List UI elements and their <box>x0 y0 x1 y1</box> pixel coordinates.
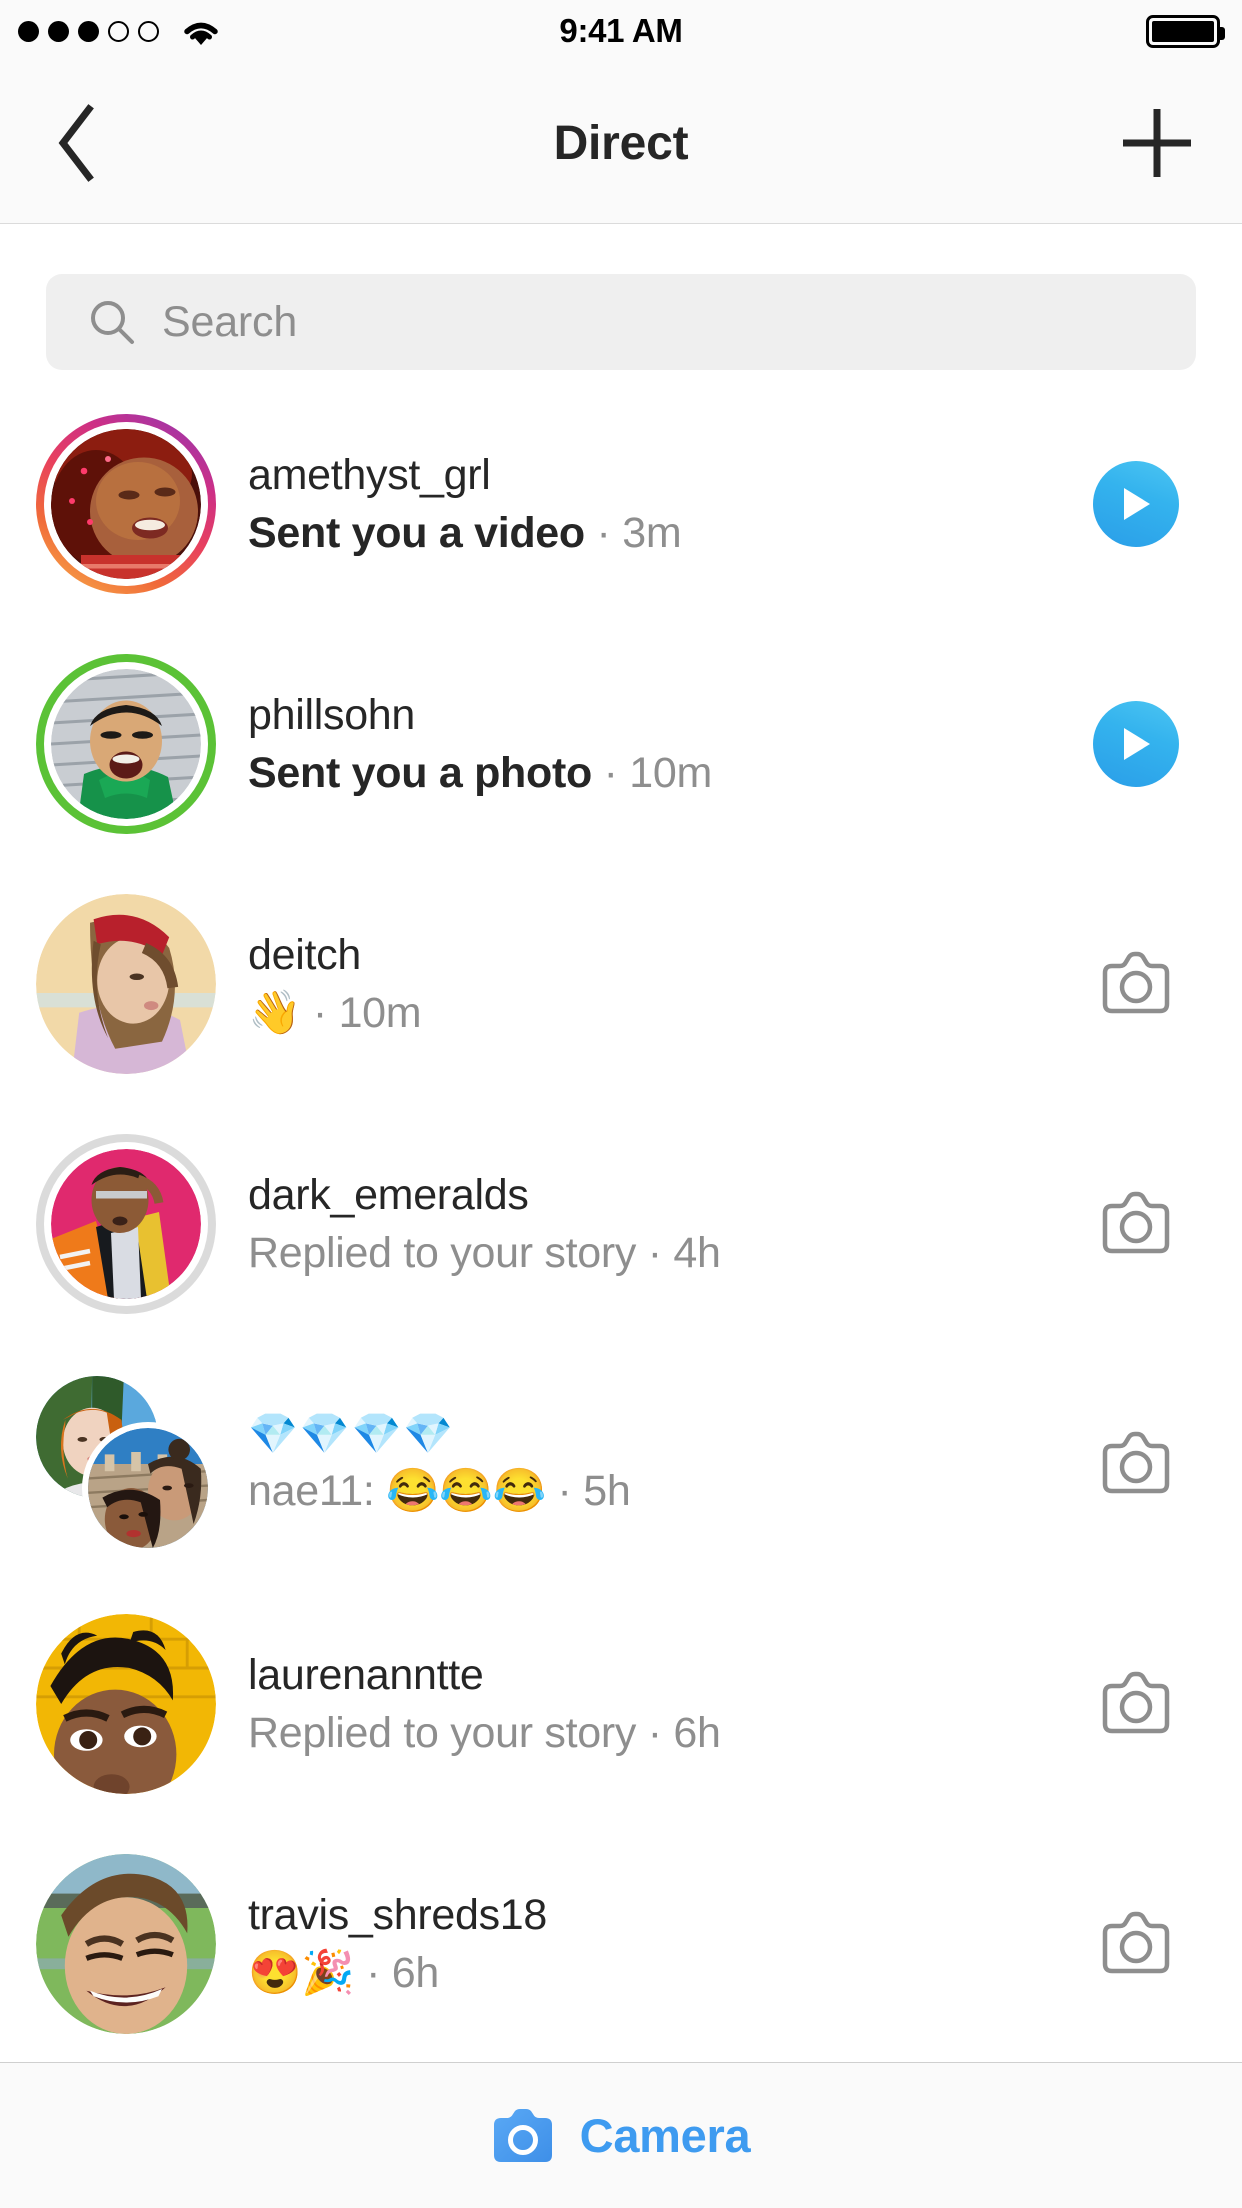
thread-text: laurenanntte Replied to your story · 6h <box>216 1649 1076 1760</box>
avatar[interactable] <box>36 1614 216 1794</box>
camera-icon[interactable] <box>1099 1671 1173 1737</box>
avatar[interactable] <box>36 1134 216 1314</box>
camera-icon[interactable] <box>1099 951 1173 1017</box>
avatar-image-front <box>82 1422 214 1554</box>
avatar[interactable] <box>36 414 216 594</box>
thread-action[interactable] <box>1076 1191 1196 1257</box>
story-ring-unseen <box>36 414 216 594</box>
thread-message: 👋 <box>248 989 302 1037</box>
thread-title: dark_emeralds <box>248 1170 529 1219</box>
play-icon <box>1124 728 1150 760</box>
thread-row[interactable]: laurenanntte Replied to your story · 6h <box>0 1584 1242 1824</box>
thread-row[interactable]: 💎💎💎💎 nae11: 😂😂😂 · 5h <box>0 1344 1242 1584</box>
thread-action[interactable] <box>1076 701 1196 787</box>
avatar-image <box>51 429 201 579</box>
thread-text: amethyst_grl Sent you a video · 3m <box>216 449 1076 560</box>
thread-row[interactable]: travis_shreds18 😍🎉 · 6h <box>0 1824 1242 2064</box>
thread-preview: 👋 · 10m <box>248 987 1076 1039</box>
thread-message: Sent you a video <box>248 509 585 557</box>
camera-icon[interactable] <box>1099 1431 1173 1497</box>
thread-row[interactable]: phillsohn Sent you a photo · 10m <box>0 624 1242 864</box>
thread-time: · 6h <box>636 1709 721 1757</box>
thread-preview: nae11: 😂😂😂 · 5h <box>248 1465 1076 1517</box>
plus-icon <box>1123 109 1191 177</box>
thread-action[interactable] <box>1076 461 1196 547</box>
thread-title: laurenanntte <box>248 1650 484 1699</box>
play-button[interactable] <box>1093 701 1179 787</box>
avatar[interactable] <box>36 654 216 834</box>
avatar-no-ring <box>36 894 216 1074</box>
thread-text: travis_shreds18 😍🎉 · 6h <box>216 1889 1076 2000</box>
thread-action[interactable] <box>1076 1431 1196 1497</box>
avatar-group[interactable] <box>36 1374 216 1554</box>
thread-text: phillsohn Sent you a photo · 10m <box>216 689 1076 800</box>
avatar-image <box>51 669 201 819</box>
search-section: Search <box>0 224 1242 384</box>
conversation-list[interactable]: amethyst_grl Sent you a video · 3m phill… <box>0 384 1242 2068</box>
camera-icon[interactable] <box>1099 1191 1173 1257</box>
thread-row[interactable]: deitch 👋 · 10m <box>0 864 1242 1104</box>
thread-time: · 5h <box>545 1467 631 1516</box>
avatar-image <box>51 1149 201 1299</box>
camera-filled-icon <box>493 2108 552 2162</box>
thread-message: 😍🎉 <box>248 1949 355 1997</box>
thread-text: 💎💎💎💎 nae11: 😂😂😂 · 5h <box>216 1410 1076 1517</box>
instagram-direct-screen: 9:41 AM Direct Search amethyst_grl Sent … <box>0 0 1242 2208</box>
thread-action[interactable] <box>1076 1911 1196 1977</box>
thread-action[interactable] <box>1076 1671 1196 1737</box>
thread-message: Sent you a photo <box>248 749 592 797</box>
thread-text: dark_emeralds Replied to your story · 4h <box>216 1169 1076 1280</box>
avatar-no-ring <box>36 1614 216 1794</box>
avatar-image <box>36 1854 216 2034</box>
thread-time: · 10m <box>301 989 422 1037</box>
thread-preview: 😍🎉 · 6h <box>248 1947 1076 1999</box>
thread-preview: Sent you a photo · 10m <box>248 747 1076 799</box>
status-bar-time: 9:41 AM <box>559 12 683 49</box>
navigation-bar: Direct <box>0 62 1242 224</box>
search-icon <box>91 301 134 344</box>
story-ring-seen <box>36 1134 216 1314</box>
thread-title: travis_shreds18 <box>248 1890 548 1939</box>
play-button[interactable] <box>1093 461 1179 547</box>
camera-bar[interactable]: Camera <box>0 2062 1242 2208</box>
thread-message: Replied to your story <box>248 1229 637 1277</box>
search-placeholder: Search <box>162 297 298 346</box>
story-ring-close-friends <box>36 654 216 834</box>
camera-label: Camera <box>579 2109 751 2162</box>
thread-title: amethyst_grl <box>248 450 491 499</box>
battery-full-icon <box>1146 14 1225 48</box>
thread-time: · 3m <box>584 509 682 557</box>
play-icon <box>1124 488 1150 520</box>
thread-preview: Replied to your story · 6h <box>248 1707 1076 1759</box>
thread-message: Replied to your story <box>248 1709 637 1757</box>
thread-row[interactable]: amethyst_grl Sent you a video · 3m <box>0 384 1242 624</box>
avatar[interactable] <box>36 894 216 1074</box>
thread-text: deitch 👋 · 10m <box>216 929 1076 1040</box>
status-bar: 9:41 AM <box>0 0 1242 62</box>
thread-row[interactable]: dark_emeralds Replied to your story · 4h <box>0 1104 1242 1344</box>
thread-time: · 10m <box>591 749 713 797</box>
thread-time: · 6h <box>354 1949 440 1997</box>
thread-title: phillsohn <box>248 690 416 739</box>
avatar[interactable] <box>36 1854 216 2034</box>
search-input[interactable]: Search <box>46 274 1196 370</box>
avatar-image <box>36 894 216 1074</box>
new-message-button[interactable] <box>1102 62 1212 224</box>
avatar-image <box>36 1614 216 1794</box>
thread-message: nae11: 😂😂😂 <box>248 1467 546 1516</box>
avatar-no-ring <box>36 1854 216 2034</box>
thread-preview: Sent you a video · 3m <box>248 507 1076 559</box>
thread-title: deitch <box>248 930 361 979</box>
thread-action[interactable] <box>1076 951 1196 1017</box>
thread-preview: Replied to your story · 4h <box>248 1227 1076 1279</box>
camera-icon[interactable] <box>1099 1911 1173 1977</box>
thread-time: · 4h <box>636 1229 721 1277</box>
thread-title: 💎💎💎💎 <box>248 1412 456 1457</box>
page-title: Direct <box>553 116 689 170</box>
status-bar-right <box>1146 0 1225 62</box>
